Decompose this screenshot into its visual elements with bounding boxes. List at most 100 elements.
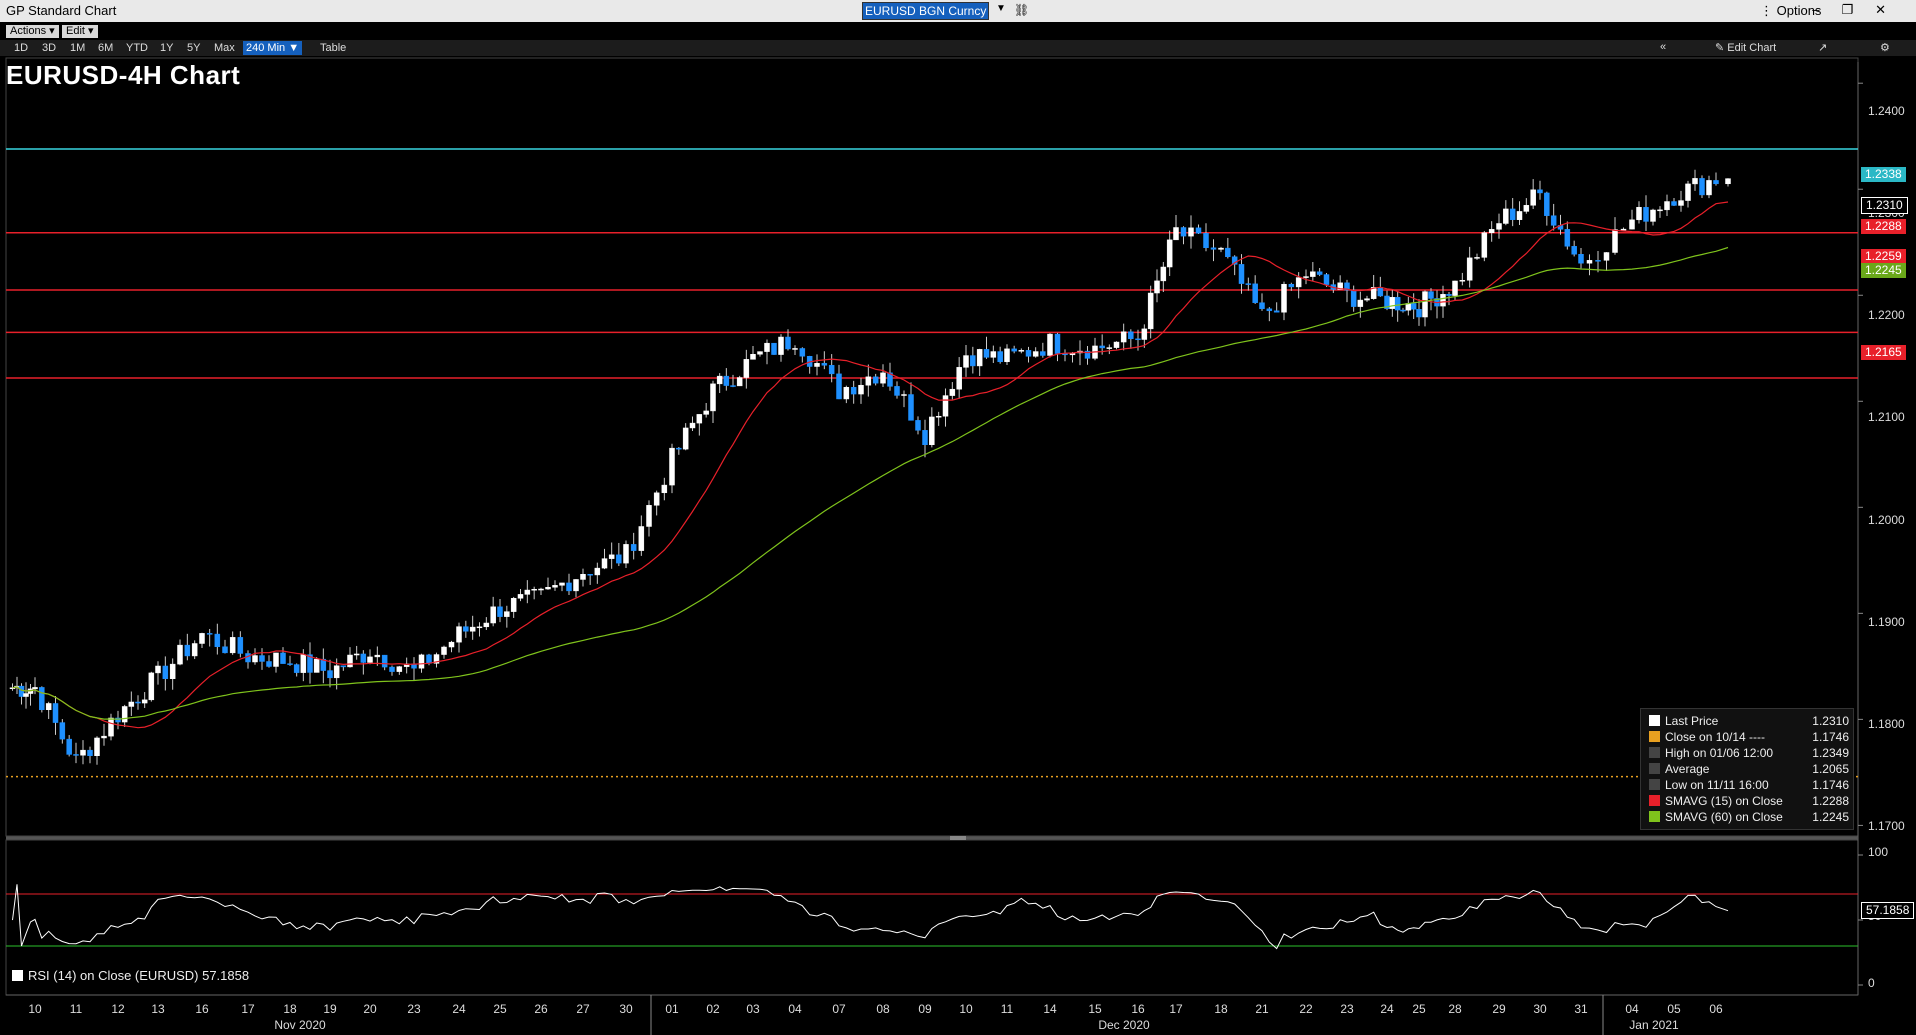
candle-up	[1422, 291, 1428, 318]
candle-up	[483, 622, 490, 628]
candle-up	[653, 492, 660, 506]
legend-swatch	[12, 970, 23, 981]
candle-down	[1238, 264, 1245, 284]
candle-down	[381, 654, 388, 668]
candle-down	[184, 644, 191, 657]
x-tick-label: 16	[1131, 1002, 1145, 1016]
candle-up	[792, 348, 798, 350]
candle-down	[1446, 294, 1452, 296]
candle-up	[1629, 219, 1635, 230]
candle-up	[935, 415, 942, 418]
candle-down	[771, 342, 777, 355]
candle-up	[716, 375, 723, 385]
candle-up	[843, 387, 850, 400]
candle-up	[1389, 297, 1396, 309]
candle-down	[908, 394, 914, 421]
candle-up	[32, 687, 38, 690]
candle-up	[1503, 208, 1509, 224]
candle-up	[169, 663, 176, 679]
candle-up	[524, 589, 531, 595]
candle-up	[148, 672, 155, 701]
candle-up	[108, 717, 114, 737]
candle-up	[601, 558, 608, 569]
x-tick-label: 12	[111, 1002, 125, 1016]
candle-down	[1544, 192, 1550, 216]
candle-down	[723, 375, 730, 386]
candle-up	[1612, 229, 1618, 253]
candle-down	[894, 386, 900, 396]
candle-up	[1120, 331, 1127, 343]
candle-down	[463, 626, 469, 632]
candle-up	[764, 342, 770, 352]
legend-label: Average	[1665, 762, 1710, 776]
candle-up	[1032, 351, 1039, 357]
x-tick-label: 28	[1448, 1002, 1462, 1016]
candle-up	[1488, 229, 1495, 233]
candle-up	[1603, 252, 1610, 261]
candle-up	[573, 579, 579, 592]
x-tick-label: 03	[746, 1002, 760, 1016]
candle-down	[1400, 309, 1406, 312]
price-tick: 1.2000	[1868, 513, 1905, 527]
candle-down	[1550, 215, 1557, 226]
x-tick-label: 22	[1299, 1002, 1313, 1016]
candle-up	[858, 384, 864, 395]
candle-up	[1474, 257, 1480, 259]
candle-up	[1173, 227, 1179, 241]
candle-down	[872, 376, 879, 384]
x-tick-label: 01	[665, 1002, 679, 1016]
candle-down	[799, 348, 806, 357]
candle-up	[710, 383, 716, 412]
legend-value: 1.1746	[1812, 730, 1849, 744]
x-tick-label: 21	[1255, 1002, 1269, 1016]
candle-up	[490, 606, 496, 624]
candle-up	[990, 351, 997, 358]
candle-down	[1288, 283, 1295, 288]
candle-down	[1259, 302, 1265, 310]
rsi-tick: 100	[1868, 845, 1889, 859]
candle-up	[273, 652, 279, 667]
x-tick-label: 13	[151, 1002, 165, 1016]
candle-up	[736, 377, 743, 387]
cyan-level-tag: 1.2338	[1861, 167, 1906, 182]
rsi-last-tag: 57.1858	[1861, 902, 1915, 919]
candle-up	[1357, 299, 1364, 307]
legend-value: 1.2310	[1812, 714, 1849, 728]
x-tick-label: 08	[876, 1002, 890, 1016]
candle-up	[929, 416, 935, 445]
candle-up	[469, 626, 476, 632]
candle-up	[155, 665, 161, 674]
candle-down	[850, 387, 857, 395]
candle-down	[1040, 351, 1046, 356]
x-tick-label: 14	[1043, 1002, 1057, 1016]
candle-down	[59, 722, 66, 740]
candle-down	[630, 544, 637, 551]
x-tick-label: 18	[1214, 1002, 1228, 1016]
panel-splitter	[950, 836, 966, 840]
candle-down	[1273, 310, 1280, 313]
price-tick: 1.2200	[1868, 308, 1905, 322]
candle-down	[922, 430, 928, 445]
candle-down	[1245, 283, 1252, 285]
price-chart	[5, 57, 1863, 1035]
legend-label: Low on 11/11 16:00	[1665, 778, 1769, 792]
candle-up	[1706, 180, 1712, 196]
candle-down	[730, 385, 736, 387]
candle-up	[347, 654, 353, 668]
x-tick-label: 04	[788, 1002, 802, 1016]
candle-up	[1636, 207, 1642, 221]
candle-up	[1160, 266, 1167, 282]
legend-item: Close on 10/14 ---- 1.1746	[1649, 729, 1849, 745]
candle-down	[566, 582, 572, 592]
legend-value: 1.2349	[1812, 746, 1849, 760]
candle-down	[1713, 180, 1719, 185]
candle-up	[682, 427, 689, 450]
candle-up	[1218, 247, 1224, 250]
legend-swatch	[1649, 715, 1660, 726]
x-tick-label: 26	[534, 1002, 548, 1016]
candle-up	[1018, 350, 1025, 352]
x-tick-label: 29	[1492, 1002, 1506, 1016]
candle-down	[259, 655, 265, 662]
legend-item: SMAVG (15) on Close 1.2288	[1649, 793, 1849, 809]
candle-up	[1303, 276, 1309, 278]
